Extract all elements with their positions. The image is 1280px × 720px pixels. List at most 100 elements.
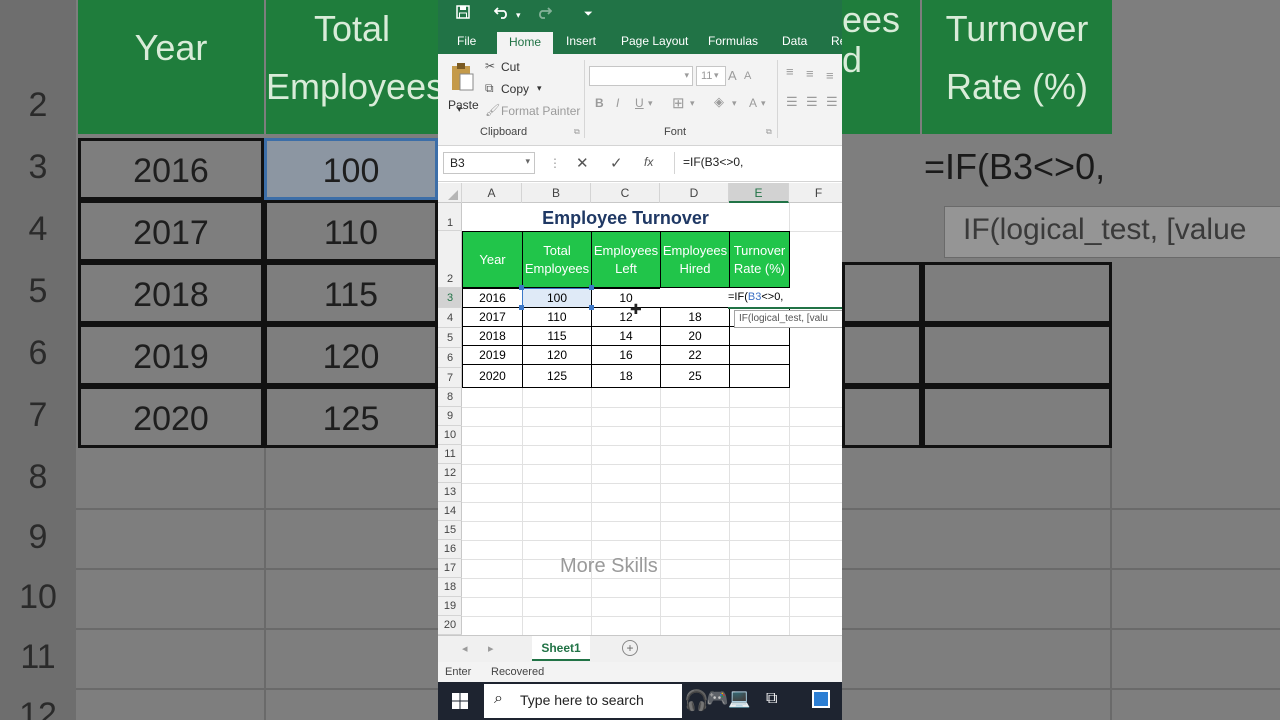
table-cell[interactable] (729, 326, 790, 346)
fill-color-dropdown-icon[interactable]: ▾ (732, 98, 737, 109)
tab-formulas[interactable]: Formulas (708, 34, 758, 48)
font-color-dropdown-icon[interactable]: ▾ (761, 98, 766, 109)
row-header[interactable]: 2 (438, 231, 462, 288)
cancel-formula-icon[interactable]: ✕ (576, 154, 589, 172)
table-cell[interactable]: 12 (591, 307, 661, 327)
row-header[interactable]: 16 (438, 540, 462, 559)
header-cell-hired[interactable]: Employees Hired (660, 231, 730, 288)
bold-button[interactable]: B (595, 96, 604, 110)
add-sheet-icon[interactable]: + (622, 640, 638, 656)
align-right-icon[interactable]: ☰ (826, 94, 838, 110)
customize-toolbar-icon[interactable]: ⏷ (584, 8, 593, 21)
table-cell[interactable]: 16 (591, 345, 661, 365)
row-header[interactable]: 10 (438, 426, 462, 445)
header-cell-total[interactable]: Total Employees (522, 231, 592, 288)
header-cell-left[interactable]: Employees Left (591, 231, 661, 288)
align-middle-icon[interactable]: ≡ (806, 66, 814, 81)
row-header[interactable]: 8 (438, 388, 462, 407)
tab-page-layout[interactable]: Page Layout (621, 34, 688, 48)
tab-home[interactable]: Home (497, 32, 554, 54)
font-color-icon[interactable]: A (749, 96, 757, 110)
laptop-icon[interactable]: 💻 (728, 688, 750, 709)
align-left-icon[interactable]: ☰ (786, 94, 798, 110)
shrink-font-button[interactable]: A (744, 70, 751, 82)
formula-input[interactable]: =IF(B3<>0, (674, 152, 842, 174)
table-cell[interactable]: 120 (522, 345, 592, 365)
table-cell[interactable]: 14 (591, 326, 661, 346)
table-cell[interactable]: 2017 (462, 307, 523, 327)
column-header-a[interactable]: A (462, 183, 522, 203)
paste-dropdown-icon[interactable]: ▾ (457, 104, 462, 115)
row-header[interactable]: 5 (438, 328, 462, 348)
row-header[interactable]: 18 (438, 578, 462, 597)
row-header[interactable]: 6 (438, 348, 462, 368)
align-center-icon[interactable]: ☰ (806, 94, 818, 110)
table-cell[interactable] (729, 345, 790, 365)
header-cell-turnover[interactable]: Turnover Rate (%) (729, 231, 790, 288)
table-cell-selected[interactable]: 100 (522, 288, 592, 308)
underline-button[interactable]: U (635, 96, 644, 110)
selection-handle[interactable] (589, 305, 594, 310)
row-header[interactable]: 1 (438, 203, 462, 231)
align-bottom-icon[interactable]: ≡ (826, 68, 834, 83)
task-view-icon[interactable]: ⧉ (766, 690, 777, 708)
undo-icon[interactable] (493, 5, 510, 24)
selection-handle[interactable] (519, 285, 524, 290)
row-header[interactable]: 12 (438, 464, 462, 483)
cut-button[interactable]: ✂ Cut (485, 59, 525, 77)
table-cell[interactable]: 25 (660, 364, 730, 388)
align-top-icon[interactable]: ≡ (786, 64, 794, 79)
tab-file[interactable]: File (457, 34, 476, 48)
font-name-select[interactable]: ▾ (589, 66, 693, 86)
redo-icon[interactable] (536, 5, 553, 24)
sheet-tab-sheet1[interactable]: Sheet1 (532, 636, 590, 661)
row-header[interactable]: 15 (438, 521, 462, 540)
save-icon[interactable] (456, 5, 470, 24)
format-painter-button[interactable]: 🖌 Format Painter (485, 103, 580, 121)
table-cell[interactable]: 115 (522, 326, 592, 346)
table-cell[interactable]: 18 (660, 307, 730, 327)
scroll-right-icon[interactable]: ▸ (488, 642, 494, 655)
clipboard-launcher-icon[interactable]: ⧉ (574, 127, 580, 137)
gamepad-icon[interactable]: 🎮 (706, 688, 728, 709)
grow-font-button[interactable]: A (728, 68, 737, 83)
tab-data[interactable]: Data (782, 34, 807, 48)
row-header[interactable]: 4 (438, 308, 462, 328)
selection-handle[interactable] (519, 305, 524, 310)
row-header[interactable]: 9 (438, 407, 462, 426)
row-header[interactable]: 20 (438, 616, 462, 635)
column-header-b[interactable]: B (522, 183, 591, 203)
table-cell[interactable] (729, 364, 790, 388)
borders-icon[interactable]: ⊞ (672, 94, 685, 112)
tab-review[interactable]: Re (831, 34, 842, 48)
row-header[interactable]: 7 (438, 368, 462, 388)
font-size-select[interactable]: 11 (696, 66, 726, 86)
table-cell[interactable]: 2016 (462, 288, 523, 308)
confirm-formula-icon[interactable]: ✓ (610, 154, 623, 172)
italic-button[interactable]: I (616, 96, 619, 110)
header-cell-year[interactable]: Year (462, 231, 523, 288)
font-size-dropdown-icon[interactable]: ▾ (714, 70, 719, 81)
table-cell[interactable]: 18 (591, 364, 661, 388)
row-header[interactable]: 17 (438, 559, 462, 578)
copy-button[interactable]: ⧉ Copy ▾ (485, 81, 547, 99)
row-header[interactable]: 19 (438, 597, 462, 616)
table-cell[interactable]: 2020 (462, 364, 523, 388)
table-cell[interactable]: 22 (660, 345, 730, 365)
table-cell[interactable] (660, 288, 730, 308)
selection-handle[interactable] (589, 285, 594, 290)
fill-color-icon[interactable]: ◈ (714, 94, 724, 110)
windows-start-icon[interactable] (452, 693, 468, 714)
font-launcher-icon[interactable]: ⧉ (766, 127, 772, 137)
table-cell[interactable]: 20 (660, 326, 730, 346)
select-all-corner[interactable] (438, 183, 462, 203)
table-cell[interactable]: 10 (591, 288, 661, 308)
column-header-c[interactable]: C (591, 183, 660, 203)
store-icon[interactable] (812, 690, 830, 708)
insert-function-icon[interactable]: fx (644, 155, 653, 169)
tab-insert[interactable]: Insert (566, 34, 596, 48)
row-header[interactable]: 3 (438, 288, 462, 308)
underline-dropdown-icon[interactable]: ▾ (648, 98, 653, 109)
column-header-d[interactable]: D (660, 183, 729, 203)
taskbar-search-box[interactable]: ⌕ Type here to search (484, 684, 682, 718)
